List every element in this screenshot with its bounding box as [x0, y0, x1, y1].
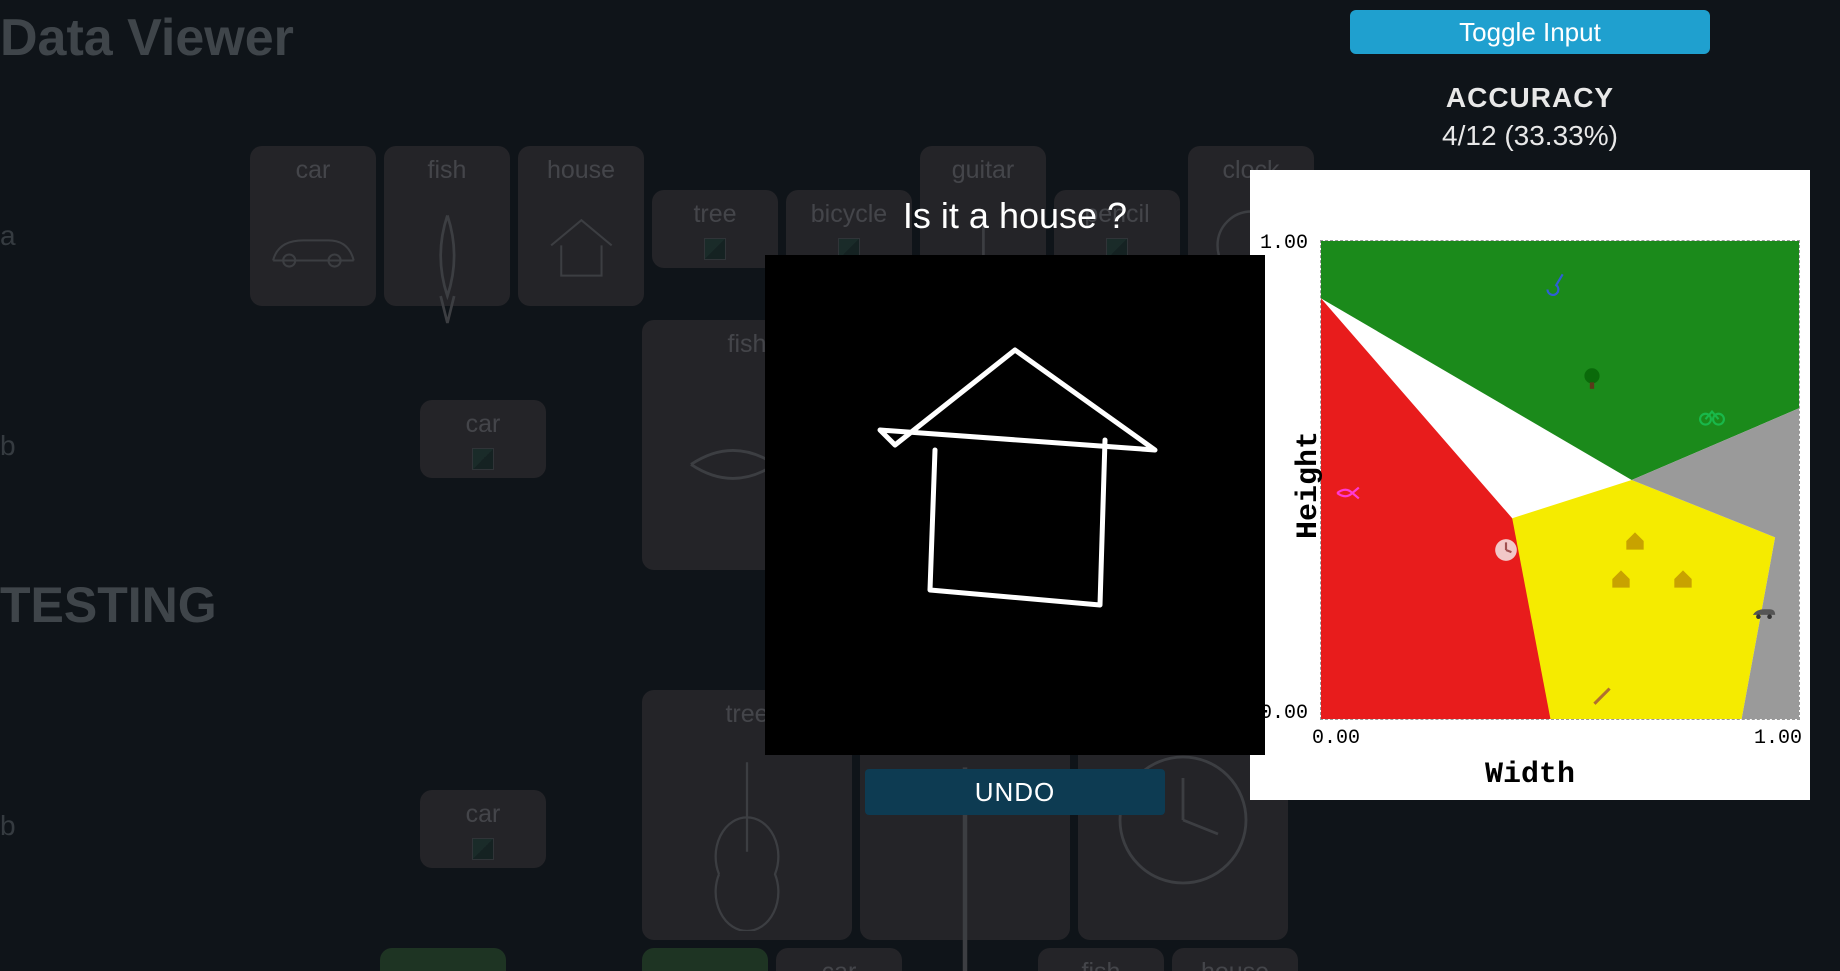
- card-fish: fish: [1038, 948, 1164, 971]
- drawing-canvas[interactable]: [765, 255, 1265, 755]
- testing-row-2: car fish house: [380, 948, 1298, 971]
- house-doodle-icon: [518, 185, 644, 306]
- side-label-b: b: [0, 810, 16, 842]
- fish-doodle-icon: [384, 185, 510, 353]
- card-house: house: [518, 146, 644, 306]
- broken-image-icon: [420, 829, 546, 868]
- card-car: car: [420, 790, 546, 868]
- accuracy-title: ACCURACY: [1446, 82, 1614, 114]
- house-point-icon: [1670, 566, 1696, 592]
- drawing-modal: Is it a house ? UNDO: [760, 195, 1270, 815]
- card-label: fish: [1082, 958, 1121, 971]
- fish-point-icon: [1335, 480, 1361, 506]
- card-label: house: [547, 156, 615, 185]
- testing-title: TESTING: [0, 576, 217, 634]
- card-label: car: [466, 410, 501, 439]
- card-label: guitar: [952, 156, 1015, 185]
- car-doodle-icon: [250, 185, 376, 306]
- card-car: car: [776, 948, 902, 971]
- pencil-point-icon: [1589, 681, 1615, 707]
- card-label: car: [466, 800, 501, 829]
- clock-point-icon: [1493, 537, 1519, 563]
- guitar-point-icon: [1541, 270, 1567, 296]
- page-title: Data Viewer: [0, 8, 294, 68]
- side-label-b: b: [0, 430, 16, 462]
- card-label: fish: [428, 156, 467, 185]
- card-house: house: [1172, 948, 1298, 971]
- chart-xtick-0: 0.00: [1312, 727, 1360, 750]
- chart-ylabel: Height: [1292, 431, 1326, 539]
- prediction-prompt: Is it a house ?: [903, 195, 1127, 237]
- chart-xtick-1: 1.00: [1754, 727, 1802, 750]
- car-point-icon: [1751, 600, 1777, 626]
- card-green: [642, 948, 768, 971]
- house-point-icon: [1608, 566, 1634, 592]
- side-label-a: a: [0, 220, 16, 252]
- house-point-icon: [1622, 528, 1648, 554]
- chart-plot-area: [1320, 240, 1800, 720]
- right-panel: Toggle Input ACCURACY 4/12 (33.33%): [1250, 10, 1810, 800]
- card-label: car: [822, 958, 857, 971]
- chart-xlabel: Width: [1485, 758, 1575, 792]
- toggle-input-button[interactable]: Toggle Input: [1350, 10, 1710, 54]
- card-fish: fish: [384, 146, 510, 306]
- card-label: tree: [693, 200, 736, 229]
- tree-point-icon: [1579, 365, 1605, 391]
- undo-button[interactable]: UNDO: [865, 769, 1165, 815]
- card-car: car: [420, 400, 546, 478]
- card-car: car: [250, 146, 376, 306]
- broken-image-icon: [420, 439, 546, 478]
- card-label: house: [1201, 958, 1269, 971]
- bicycle-point-icon: [1699, 404, 1725, 430]
- accuracy-value: 4/12 (33.33%): [1442, 120, 1618, 152]
- card-green: [380, 948, 506, 971]
- decision-boundary-chart: Width Height 0.00 1.00 0.00 1.00: [1250, 170, 1810, 800]
- card-label: car: [296, 156, 331, 185]
